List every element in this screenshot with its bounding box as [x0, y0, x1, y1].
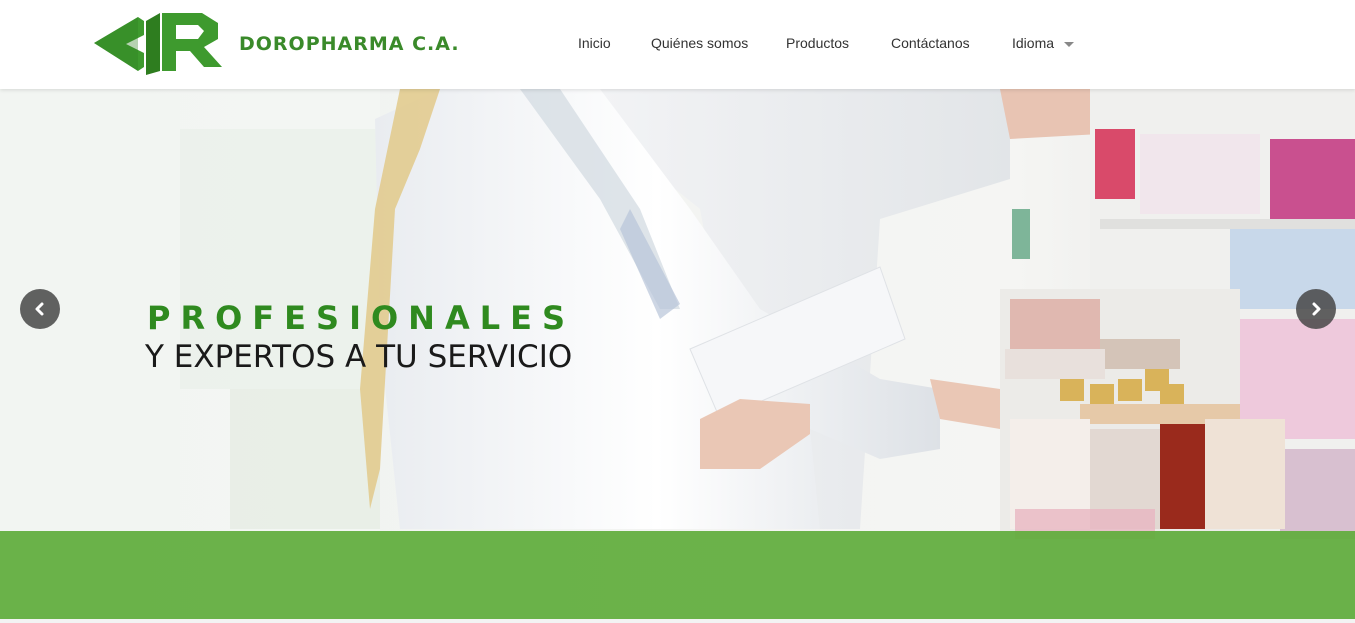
nav-item-quienes-somos[interactable]: Quiénes somos: [651, 35, 748, 51]
nav-item-inicio[interactable]: Inicio: [578, 35, 611, 51]
chevron-right-icon: [1312, 302, 1321, 316]
nav-item-idioma[interactable]: Idioma: [1012, 35, 1075, 51]
chevron-left-icon: [35, 302, 44, 316]
hero-carousel: PROFESIONALES Y EXPERTOS A TU SERVICIO: [0, 89, 1355, 619]
main-nav: Inicio Quiénes somos Productos Contáctan…: [0, 0, 1355, 89]
hero-caption: PROFESIONALES Y EXPERTOS A TU SERVICIO: [145, 299, 576, 375]
caret-down-icon: [1064, 41, 1075, 47]
hero-subtitle: Y EXPERTOS A TU SERVICIO: [145, 339, 573, 375]
nav-item-contactanos[interactable]: Contáctanos: [891, 35, 970, 51]
nav-item-productos[interactable]: Productos: [786, 35, 849, 51]
hero-title: PROFESIONALES: [147, 299, 576, 337]
page-divider: [0, 619, 1355, 623]
nav-item-idioma-label: Idioma: [1012, 35, 1055, 51]
hero-green-band: [0, 531, 1355, 619]
carousel-prev-button[interactable]: [20, 289, 60, 329]
top-navbar: DOROPHARMA C.A. Inicio Quiénes somos Pro…: [0, 0, 1355, 89]
carousel-next-button[interactable]: [1296, 289, 1336, 329]
